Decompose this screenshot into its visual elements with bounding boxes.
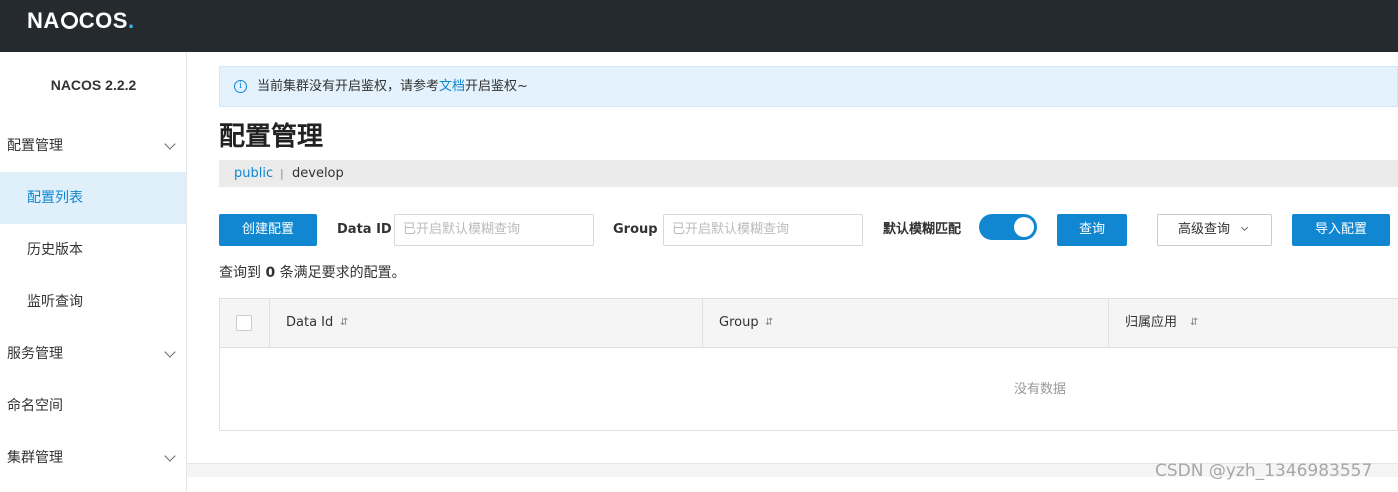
chevron-down-icon <box>1240 223 1249 232</box>
group-label: Group <box>613 222 658 237</box>
auth-notice: i 当前集群没有开启鉴权，请参考文档开启鉴权~ <box>219 66 1398 107</box>
sidebar: NACOS 2.2.2 配置管理 配置列表 历史版本 监听查询 服务管理 命名空… <box>0 52 187 492</box>
column-header-label: Group <box>719 315 759 330</box>
toggle-knob <box>1014 217 1034 237</box>
select-all-cell <box>220 299 270 347</box>
fuzzy-match-toggle[interactable] <box>979 214 1037 240</box>
sort-icon[interactable]: ⇵ <box>765 299 773 347</box>
notice-text: 当前集群没有开启鉴权，请参考 <box>257 79 440 94</box>
group-input[interactable]: 已开启默认模糊查询 <box>663 214 863 246</box>
sidebar-item-config-list[interactable]: 配置列表 <box>0 172 186 224</box>
column-header-label: Data Id <box>286 315 334 330</box>
table-header: Data Id ⇵ Group ⇵ 归属应用 ⇵ <box>220 299 1398 348</box>
sort-icon[interactable]: ⇵ <box>340 299 348 347</box>
column-header-label: 归属应用 <box>1125 315 1178 330</box>
sidebar-item-label: 服务管理 <box>7 346 63 362</box>
notice-message: 当前集群没有开启鉴权，请参考文档开启鉴权~ <box>257 67 528 106</box>
nacos-logo[interactable]: NA COS. <box>27 8 135 34</box>
sidebar-item-label: 历史版本 <box>27 242 83 258</box>
sidebar-item-label: 命名空间 <box>7 398 63 414</box>
fuzzy-match-label: 默认模糊匹配 <box>883 222 962 237</box>
create-config-button[interactable]: 创建配置 <box>219 214 317 246</box>
search-button[interactable]: 查询 <box>1057 214 1127 246</box>
column-group[interactable]: Group ⇵ <box>703 299 1109 347</box>
sidebar-item-label: 集群管理 <box>7 450 63 466</box>
advanced-search-label: 高级查询 <box>1178 222 1231 237</box>
sidebar-item-listener-query[interactable]: 监听查询 <box>0 276 186 328</box>
notice-text-end: 开启鉴权~ <box>465 79 528 94</box>
result-suffix: 条满足要求的配置。 <box>279 265 406 281</box>
data-id-input[interactable]: 已开启默认模糊查询 <box>394 214 594 246</box>
docs-link[interactable]: 文档 <box>439 79 465 94</box>
namespace-public[interactable]: public <box>234 160 273 187</box>
column-app[interactable]: 归属应用 ⇵ <box>1109 299 1398 347</box>
chevron-down-icon <box>164 450 176 462</box>
sidebar-item-label: 配置管理 <box>7 138 63 154</box>
config-table: Data Id ⇵ Group ⇵ 归属应用 ⇵ 没有数据 <box>219 298 1398 431</box>
namespace-separator: | <box>280 167 284 180</box>
page-title: 配置管理 <box>219 122 324 152</box>
chevron-down-icon <box>164 346 176 358</box>
sidebar-item-label: 配置列表 <box>27 190 83 206</box>
sidebar-item-namespace[interactable]: 命名空间 <box>0 380 186 432</box>
sidebar-item-service-management[interactable]: 服务管理 <box>0 328 186 380</box>
empty-state: 没有数据 <box>1013 382 1066 397</box>
data-id-label: Data ID <box>337 222 392 237</box>
chevron-down-icon <box>164 138 176 150</box>
import-config-button[interactable]: 导入配置 <box>1292 214 1390 246</box>
top-bar: NA COS. <box>0 0 1398 52</box>
sidebar-item-history[interactable]: 历史版本 <box>0 224 186 276</box>
select-all-checkbox[interactable] <box>236 315 252 331</box>
version-label: NACOS 2.2.2 <box>50 77 137 93</box>
column-data-id[interactable]: Data Id ⇵ <box>270 299 703 347</box>
result-summary: 查询到 0 条满足要求的配置。 <box>219 262 406 282</box>
sidebar-item-cluster-management[interactable]: 集群管理 <box>0 432 186 484</box>
sidebar-item-config-management[interactable]: 配置管理 <box>0 120 186 172</box>
namespace-develop[interactable]: develop <box>292 160 344 187</box>
sort-icon[interactable]: ⇵ <box>1190 299 1198 347</box>
sidebar-item-label: 监听查询 <box>27 294 83 310</box>
advanced-search-button[interactable]: 高级查询 <box>1157 214 1272 246</box>
watermark: CSDN @yzh_1346983557 <box>1155 461 1373 481</box>
info-icon: i <box>234 80 247 93</box>
result-count: 0 <box>265 265 276 281</box>
namespace-bar: public | develop <box>219 160 1398 187</box>
result-prefix: 查询到 <box>219 265 261 281</box>
